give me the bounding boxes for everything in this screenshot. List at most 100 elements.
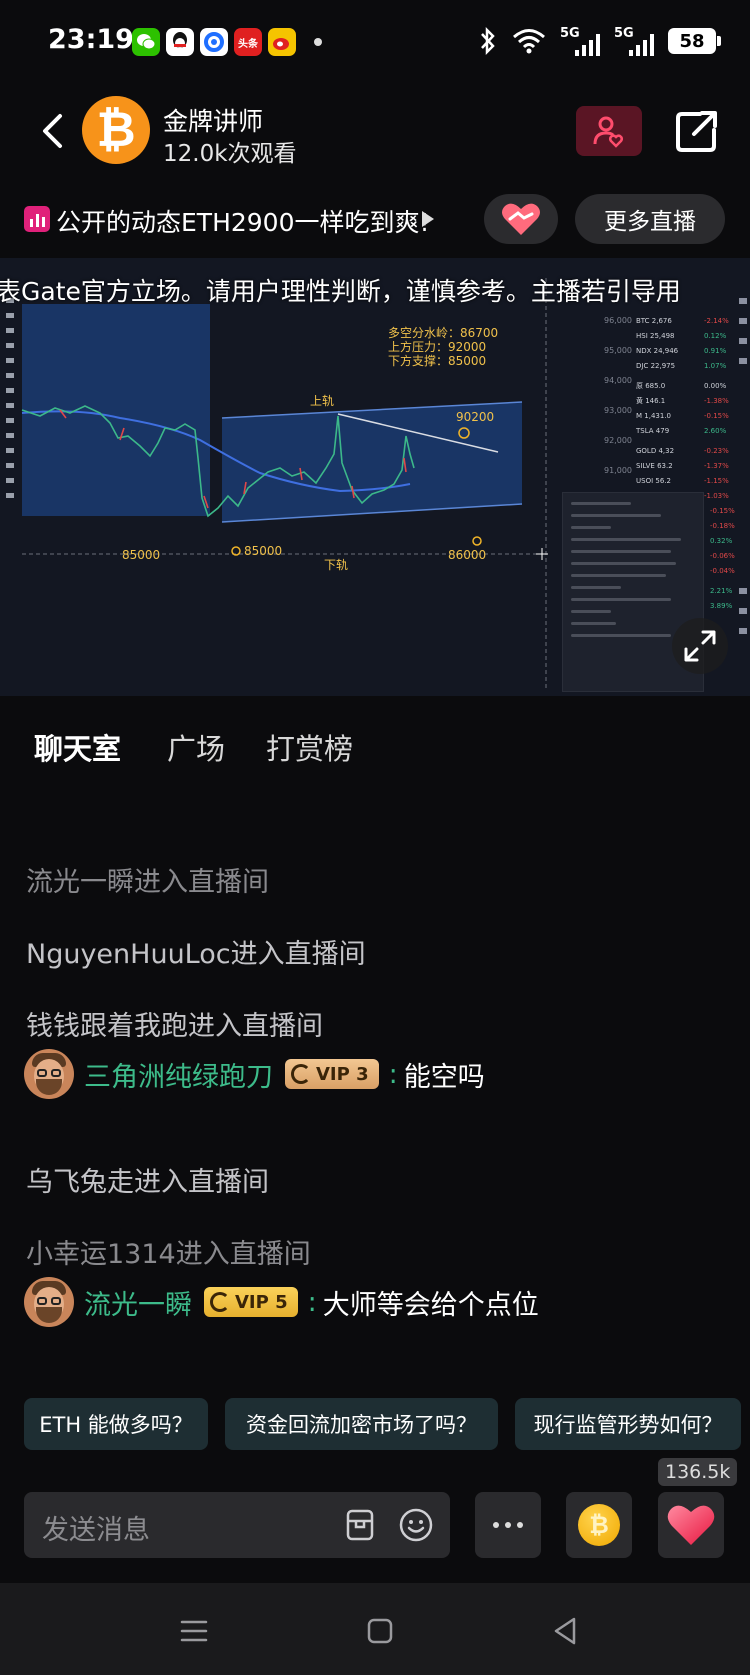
share-icon xyxy=(676,111,717,152)
svg-text:0.00%: 0.00% xyxy=(704,382,727,390)
svg-text:-2.14%: -2.14% xyxy=(704,317,729,325)
toutiao-icon: 头条 xyxy=(234,28,262,56)
svg-text:M 1,431.0: M 1,431.0 xyxy=(636,412,671,420)
back-triangle-icon[interactable] xyxy=(548,1613,584,1649)
anchor-name[interactable]: 金牌讲师 xyxy=(163,102,263,138)
handshake-gift-button[interactable] xyxy=(484,194,558,244)
clipboard-icon[interactable] xyxy=(342,1507,378,1543)
chart-label-upper-rail: 上轨 xyxy=(310,394,335,408)
svg-text:DJC 22,975: DJC 22,975 xyxy=(636,362,675,370)
svg-text:94,000: 94,000 xyxy=(604,376,632,385)
svg-text:-0.06%: -0.06% xyxy=(710,552,735,560)
tab-square[interactable]: 广场 xyxy=(167,726,225,768)
chart-label-85000-left: 85000 xyxy=(122,548,161,562)
chat-top-fade xyxy=(0,792,750,842)
more-live-button[interactable]: 更多直播 xyxy=(575,194,725,244)
chat-username[interactable]: 三角洲纯绿跑刀 xyxy=(84,1055,273,1094)
chart-label-86000: 86000 xyxy=(448,548,487,562)
svg-text:0.32%: 0.32% xyxy=(710,537,733,545)
chart-label-85000-mid: 85000 xyxy=(244,544,283,558)
svg-text:96,000: 96,000 xyxy=(604,316,632,325)
svg-text:USOI 56.2: USOI 56.2 xyxy=(636,477,671,485)
chat-user-message[interactable]: 三角洲纯绿跑刀 VIP 3 : 能空吗 xyxy=(24,1046,485,1102)
svg-text:-0.15%: -0.15% xyxy=(710,507,735,515)
tab-chatroom[interactable]: 聊天室 xyxy=(34,726,121,768)
more-options-button[interactable] xyxy=(475,1492,541,1558)
status-bar: 23:19 头条 5G 5G 58 xyxy=(0,0,750,84)
like-count-badge: 136.5k xyxy=(658,1458,738,1486)
anchor-avatar[interactable]: ₿ xyxy=(82,96,150,164)
chat-username[interactable]: 流光一瞬 xyxy=(84,1283,192,1322)
emoji-icon[interactable] xyxy=(398,1507,434,1543)
quick-question-chip[interactable]: 资金回流加密市场了吗？ xyxy=(225,1398,498,1450)
menu-icon[interactable] xyxy=(176,1613,212,1649)
svg-text:-1.38%: -1.38% xyxy=(704,397,729,405)
live-bars-icon xyxy=(24,206,50,232)
fullscreen-button[interactable] xyxy=(672,618,728,674)
svg-text:-0.23%: -0.23% xyxy=(704,447,729,455)
svg-text:-0.15%: -0.15% xyxy=(704,412,729,420)
play-icon xyxy=(422,211,434,227)
follow-button[interactable] xyxy=(576,106,642,156)
vip-badge: VIP 5 xyxy=(204,1287,298,1317)
svg-text:-1.03%: -1.03% xyxy=(704,492,729,500)
gate-logo-icon xyxy=(291,1064,311,1084)
chat-message-text: 能空吗 xyxy=(403,1061,485,1093)
more-notifications-dot xyxy=(314,38,322,46)
person-heart-icon xyxy=(593,116,624,148)
svg-text:91,000: 91,000 xyxy=(604,466,632,475)
gift-coin-button[interactable]: ₿ xyxy=(566,1492,632,1558)
chart-annotation-support: 下方支撑：85000 xyxy=(388,354,487,368)
svg-text:BTC 2,676: BTC 2,676 xyxy=(636,317,672,325)
svg-text:NDX 24,946: NDX 24,946 xyxy=(636,347,679,355)
gate-logo-icon xyxy=(210,1292,230,1312)
live-header: ₿ 金牌讲师 12.0k次观看 xyxy=(0,88,750,176)
more-dots-icon xyxy=(493,1522,499,1528)
announcement-text[interactable]: 公开的动态ETH2900一样吃到爽! xyxy=(56,203,430,239)
chat-system-message: 流光一瞬进入直播间 xyxy=(26,867,269,898)
chat-user-message[interactable]: 流光一瞬 VIP 5 : 大师等会给个点位 xyxy=(24,1274,539,1330)
svg-text:GOLD 4,32: GOLD 4,32 xyxy=(636,447,674,455)
svg-text:黄 146.1: 黄 146.1 xyxy=(636,396,665,405)
wechat-icon xyxy=(132,28,160,56)
chat-message-text: 大师等会给个点位 xyxy=(322,1289,539,1321)
tab-reward-ranking[interactable]: 打赏榜 xyxy=(266,726,353,768)
quick-question-chip[interactable]: ETH 能做多吗？ xyxy=(24,1398,208,1450)
chat-system-message: 钱钱跟着我跑进入直播间 xyxy=(26,1011,323,1042)
signal-sim1-icon: 5G xyxy=(560,26,600,56)
svg-text:92,000: 92,000 xyxy=(604,436,632,445)
weibo-icon xyxy=(268,28,296,56)
live-video-player[interactable]: 表Gate官方立场。请用户理性判断，谨慎参考。主播若引导用 96,000 95,… xyxy=(0,258,750,696)
svg-text:TSLA 479: TSLA 479 xyxy=(635,427,669,435)
fullscreen-icon xyxy=(684,630,716,662)
signal-sim2-icon: 5G xyxy=(614,26,654,56)
heart-icon xyxy=(667,1505,715,1545)
chart-label-90200: 90200 xyxy=(456,410,495,424)
svg-text:HSI 25,498: HSI 25,498 xyxy=(636,332,675,340)
svg-text:2.60%: 2.60% xyxy=(704,427,727,435)
system-nav-bar xyxy=(0,1583,750,1675)
avatar[interactable] xyxy=(24,1277,74,1327)
back-button[interactable] xyxy=(32,108,72,154)
viewer-count: 12.0k次观看 xyxy=(163,141,297,167)
notification-icons: 头条 xyxy=(132,28,322,56)
svg-text:原 685.0: 原 685.0 xyxy=(636,382,665,390)
coin-icon: ₿ xyxy=(578,1504,620,1546)
wifi-icon xyxy=(513,29,545,54)
avatar[interactable] xyxy=(24,1049,74,1099)
chevron-left-icon xyxy=(43,114,62,148)
svg-text:3.89%: 3.89% xyxy=(710,602,733,610)
chat-system-message: NguyenHuuLoc进入直播间 xyxy=(26,939,366,970)
message-input[interactable]: 发送消息 xyxy=(24,1492,450,1558)
like-button[interactable] xyxy=(658,1492,724,1558)
home-icon[interactable] xyxy=(362,1613,398,1649)
disclaimer-marquee: 表Gate官方立场。请用户理性判断，谨慎参考。主播若引导用 xyxy=(0,277,681,306)
svg-text:SILVE 63.2: SILVE 63.2 xyxy=(636,462,673,470)
vip-badge: VIP 3 xyxy=(285,1059,379,1089)
chat-list[interactable]: ······ 流光一瞬进入直播间 NguyenHuuLoc进入直播间 钱钱跟着我… xyxy=(0,792,750,1392)
browser-icon xyxy=(200,28,228,56)
svg-text:-1.37%: -1.37% xyxy=(704,462,729,470)
share-button[interactable] xyxy=(672,106,722,156)
quick-question-chip[interactable]: 现行监管形势如何？ xyxy=(515,1398,741,1450)
svg-text:93,000: 93,000 xyxy=(604,406,632,415)
